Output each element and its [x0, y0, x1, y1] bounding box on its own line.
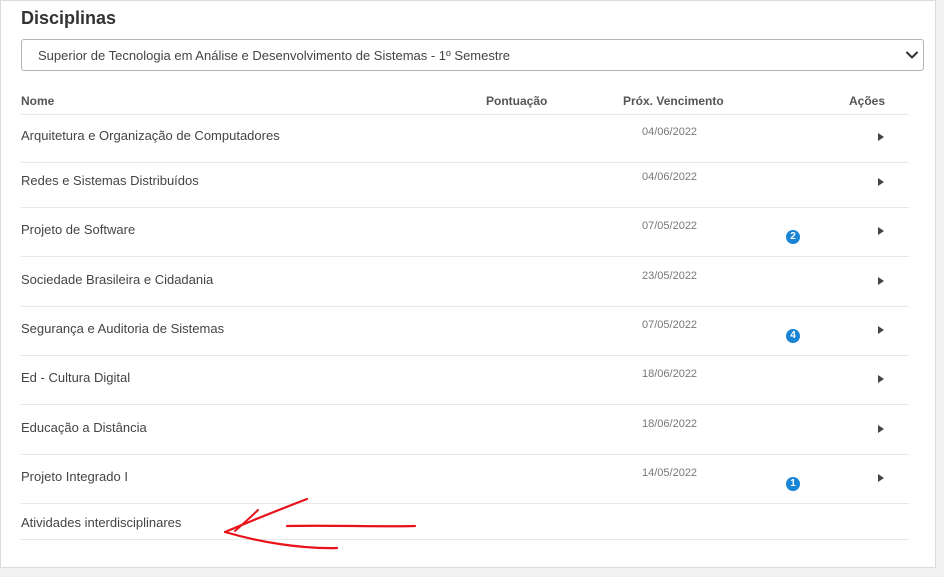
row-name: Redes e Sistemas Distribuídos: [21, 173, 199, 188]
caret-right-icon[interactable]: [878, 425, 884, 433]
caret-right-icon[interactable]: [878, 375, 884, 383]
table-row-extra[interactable]: Atividades interdisciplinares: [21, 504, 909, 540]
row-name: Arquitetura e Organização de Computadore…: [21, 128, 280, 143]
row-next-due: 18/06/2022: [642, 418, 698, 430]
notification-badge: 1: [786, 477, 800, 491]
table-row[interactable]: Sociedade Brasileira e Cidadania 23/05/20…: [21, 258, 909, 307]
row-next-due: 14/05/2022: [642, 467, 698, 479]
notification-badge: 2: [786, 230, 800, 244]
chevron-down-icon: [906, 51, 918, 59]
row-name: Atividades interdisciplinares: [21, 515, 182, 530]
course-select[interactable]: Superior de Tecnologia em Análise e Dese…: [21, 39, 924, 71]
row-next-due: 07/05/2022: [642, 220, 698, 232]
table-row[interactable]: Redes e Sistemas Distribuídos 04/06/2022: [21, 159, 909, 208]
row-name: Projeto Integrado I: [21, 469, 128, 484]
caret-right-icon[interactable]: [878, 227, 884, 235]
column-header-actions: Ações: [849, 94, 886, 108]
table-header: Nome Pontuação Próx. Vencimento Ações: [21, 91, 909, 115]
table-row[interactable]: Projeto Integrado I 14/05/2022 1: [21, 455, 909, 504]
notification-badge: 4: [786, 329, 800, 343]
table-row[interactable]: Projeto de Software 07/05/2022 2: [21, 208, 909, 257]
table-row[interactable]: Arquitetura e Organização de Computadore…: [21, 114, 909, 163]
disciplinas-panel: Disciplinas Superior de Tecnologia em An…: [0, 0, 936, 568]
table-row[interactable]: Educação a Distância 18/06/2022: [21, 406, 909, 455]
row-next-due: 23/05/2022: [642, 270, 698, 282]
row-name: Segurança e Auditoria de Sistemas: [21, 321, 225, 336]
row-next-due: 07/05/2022: [642, 319, 698, 331]
caret-right-icon[interactable]: [878, 326, 884, 334]
row-next-due: 04/06/2022: [642, 126, 698, 138]
column-header-next-due: Próx. Vencimento: [623, 94, 724, 108]
row-name: Projeto de Software: [21, 222, 136, 237]
course-select-value: Superior de Tecnologia em Análise e Dese…: [38, 48, 511, 63]
caret-right-icon[interactable]: [878, 133, 884, 141]
column-header-name: Nome: [21, 94, 55, 108]
row-name: Sociedade Brasileira e Cidadania: [21, 272, 214, 287]
page-title: Disciplinas: [21, 8, 117, 28]
row-next-due: 04/06/2022: [642, 171, 698, 183]
row-name: Ed - Cultura Digital: [21, 370, 131, 385]
caret-right-icon[interactable]: [878, 277, 884, 285]
caret-right-icon[interactable]: [878, 474, 884, 482]
row-next-due: 18/06/2022: [642, 368, 698, 380]
table-row[interactable]: Segurança e Auditoria de Sistemas 07/05/2…: [21, 307, 909, 356]
table-row[interactable]: Ed - Cultura Digital 18/06/2022: [21, 356, 909, 405]
row-name: Educação a Distância: [21, 420, 147, 435]
column-header-score: Pontuação: [486, 94, 548, 108]
caret-right-icon[interactable]: [878, 178, 884, 186]
